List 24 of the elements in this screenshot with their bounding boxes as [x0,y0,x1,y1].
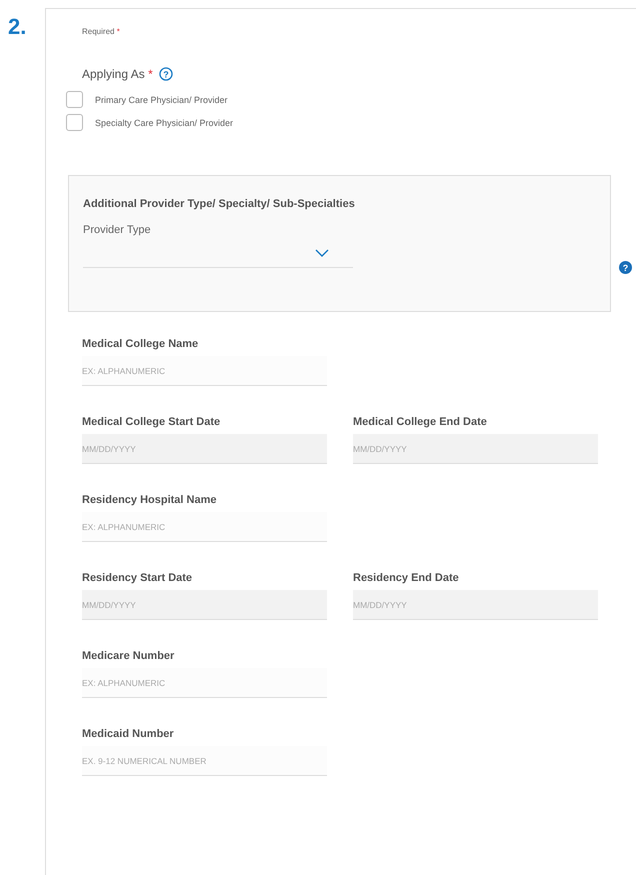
field-label: Medical College Start Date [82,416,222,428]
checkbox-label: Specialty Care Physician/ Provider [95,118,234,128]
date-field[interactable]: MM/DD/YYYY [353,434,598,464]
field-label: Applying As * [82,67,153,81]
checkbox-label: Primary Care Physician/ Provider [95,94,228,104]
required-note: Required * [82,27,120,36]
checkbox[interactable] [66,114,83,131]
date-field[interactable]: MM/DD/YYYY [82,590,327,620]
help-icon[interactable]: ? [619,261,632,274]
field-label: Provider Type [83,224,152,236]
date-field[interactable]: MM/DD/YYYY [353,590,598,620]
field-label: Medical College End Date [353,416,488,428]
panel-title: Additional Provider Type/ Specialty/ Sub-Specialties [83,198,356,210]
field-label: Medical College Name [82,338,200,350]
date-field[interactable]: MM/DD/YYYY [82,434,327,464]
field-label: Residency End Date [353,572,460,584]
help-icon[interactable]: ? [158,67,173,81]
checkbox[interactable] [66,91,83,108]
chevron-down-icon [315,248,329,256]
step-number: 2. [7,13,28,41]
field-label: Residency Start Date [82,572,194,584]
field-label: Medicare Number [82,650,176,662]
field-label: Residency Hospital Name [82,494,218,506]
field-label: Medicaid Number [82,728,175,740]
